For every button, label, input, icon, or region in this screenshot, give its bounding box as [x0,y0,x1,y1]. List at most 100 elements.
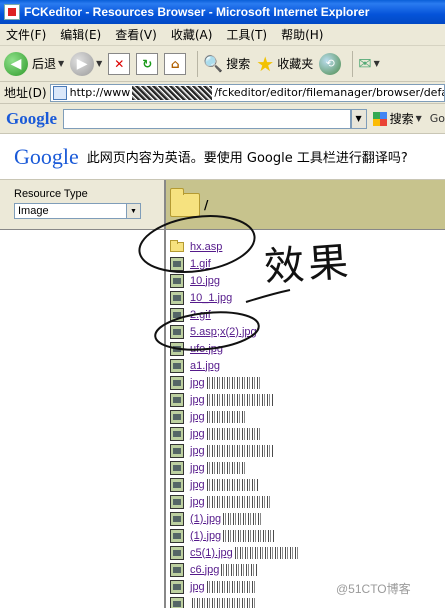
file-link[interactable]: jpg [190,394,205,406]
menu-tools[interactable]: 工具(T) [226,26,267,43]
refresh-button[interactable]: ↻ [136,52,159,75]
file-row[interactable]: 2.gif [170,306,445,323]
file-row[interactable]: (1).jpg [170,527,445,544]
file-link[interactable]: jpg [190,377,205,389]
menu-favorites[interactable]: 收藏(A) [171,26,213,43]
file-row[interactable]: a1.jpg [170,357,445,374]
mail-button[interactable]: ✉ ▼ [358,54,380,73]
image-file-icon [170,273,184,288]
mail-dropdown-icon[interactable]: ▼ [374,59,380,68]
file-row[interactable]: ufo.jpg [170,340,445,357]
history-button[interactable]: ⟲ [319,52,342,75]
folder-link[interactable]: hx.asp [190,241,222,253]
file-link[interactable]: 1.gif [190,258,211,270]
file-row[interactable]: jpg [170,425,445,442]
watermark: @51CTO博客 [336,582,411,596]
folder-path-bar: / [166,180,445,230]
image-file-icon [170,358,184,373]
favorites-label: 收藏夹 [277,57,314,71]
file-link[interactable]: a1.jpg [190,360,220,372]
google-more-label[interactable]: Go [430,112,445,125]
redacted-scribble [206,410,247,423]
url-suffix: /fckeditor/editor/filemanager/browser/de… [214,86,445,99]
left-panel: Resource Type Image ▼ [0,180,166,608]
back-label: 后退 [32,57,57,71]
window-title: FCKeditor - Resources Browser - Microsof… [24,5,370,19]
file-link[interactable]: 10_1.jpg [190,292,232,304]
address-input[interactable]: http://www /fckeditor/editor/filemanager… [49,83,445,102]
refresh-icon: ↻ [136,52,159,75]
file-link[interactable]: 10.jpg [190,275,220,287]
file-row[interactable]: 5.asp;x(2).jpg [170,323,445,340]
forward-dropdown-icon[interactable]: ▼ [96,59,102,68]
title-bar: FCKeditor - Resources Browser - Microsof… [0,0,445,24]
image-file-icon [170,494,184,509]
file-link[interactable]: jpg [190,581,205,593]
search-button[interactable]: 🔍 搜索 [203,54,250,73]
handwritten-note: 效果 [262,238,354,292]
home-button[interactable]: ⌂ [164,52,187,75]
redacted-scribble [132,85,213,100]
file-row[interactable]: c6.jpg [170,561,445,578]
google-search-input[interactable] [63,108,351,129]
image-file-icon [170,460,184,475]
file-link[interactable]: c5(1).jpg [190,547,233,559]
file-link[interactable]: jpg [190,496,205,508]
google-search-dropdown[interactable]: ▼ [350,108,367,129]
google-search-label: 搜索 [389,112,414,126]
forward-button[interactable]: ▶ ▼ [70,51,102,76]
back-dropdown-icon[interactable]: ▼ [58,59,64,68]
file-link[interactable]: jpg [190,445,205,457]
file-row[interactable]: jpg [170,408,445,425]
menu-help[interactable]: 帮助(H) [281,26,323,43]
file-link[interactable]: c6.jpg [190,564,219,576]
redacted-scribble [206,444,273,457]
resource-type-value: Image [18,205,49,217]
file-row[interactable]: c5(1).jpg [170,544,445,561]
file-row[interactable]: jpg [170,459,445,476]
file-row[interactable]: jpg [170,374,445,391]
menu-bar: 文件(F) 编辑(E) 查看(V) 收藏(A) 工具(T) 帮助(H) [0,24,445,46]
resource-type-select[interactable]: Image ▼ [14,203,141,219]
translate-message: 此网页内容为英语。要使用 Google 工具栏进行翻译吗? [86,151,408,166]
menu-file[interactable]: 文件(F) [6,26,46,43]
file-link[interactable]: 5.asp;x(2).jpg [190,326,257,338]
file-row[interactable]: 10_1.jpg [170,289,445,306]
redacted-scribble [206,495,272,508]
history-icon: ⟲ [319,52,342,75]
google-search-dropdown-icon[interactable]: ▼ [416,114,422,123]
file-link[interactable]: jpg [190,462,205,474]
file-row[interactable]: jpg [170,476,445,493]
menu-edit[interactable]: 编辑(E) [60,26,101,43]
folder-icon [170,187,200,217]
google-search-button[interactable]: 搜索 ▼ [372,110,422,127]
menu-view[interactable]: 查看(V) [115,26,157,43]
google-logo[interactable]: Google [6,109,57,129]
browser-toolbar: ◀ 后退 ▼ ▶ ▼ ✕ ↻ ⌂ 🔍 搜索 ★ 收藏夹 ⟲ ✉ ▼ [0,46,445,82]
file-link[interactable]: (1).jpg [190,513,221,525]
stop-icon: ✕ [108,52,131,75]
address-bar: 地址(D) http://www /fckeditor/editor/filem… [0,82,445,104]
file-link[interactable]: jpg [190,479,205,491]
image-file-icon [170,511,184,526]
file-link[interactable]: jpg [190,411,205,423]
file-row[interactable]: jpg [170,493,445,510]
file-link[interactable]: 2.gif [190,309,211,321]
back-button[interactable]: ◀ 后退 ▼ [4,51,64,76]
file-row[interactable]: jpg [170,391,445,408]
redacted-scribble [206,427,260,440]
file-row[interactable]: jpg [170,442,445,459]
file-link[interactable]: ufo.jpg [190,343,223,355]
forward-arrow-icon: ▶ [70,51,95,76]
back-arrow-icon: ◀ [4,51,28,76]
favorites-button[interactable]: ★ 收藏夹 [256,52,313,76]
file-link[interactable]: jpg [190,428,205,440]
file-row[interactable]: (1).jpg [170,510,445,527]
toolbar-separator [352,50,354,77]
image-file-icon [170,290,184,305]
file-link[interactable]: (1).jpg [190,530,221,542]
stop-button[interactable]: ✕ [108,52,131,75]
search-icon: 🔍 [203,54,224,73]
chevron-down-icon: ▼ [126,204,140,218]
image-file-icon [170,528,184,543]
